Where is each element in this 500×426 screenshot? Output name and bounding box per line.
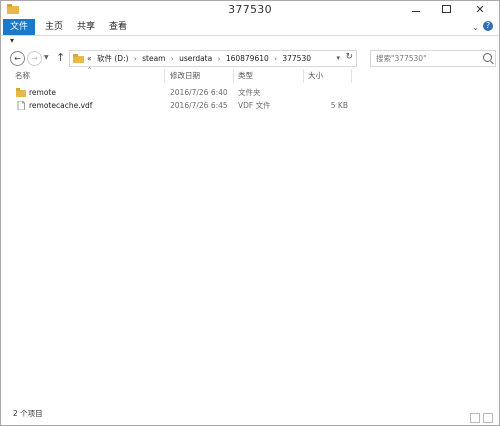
column-header-size[interactable]: 大小 [308, 70, 323, 82]
forward-button[interactable]: → [27, 51, 42, 66]
chevron-right-icon[interactable]: › [171, 55, 174, 63]
minimize-button[interactable] [402, 1, 430, 18]
column-divider[interactable] [164, 69, 165, 83]
column-header-date[interactable]: 修改日期 [170, 70, 200, 82]
folder-icon [73, 54, 84, 63]
breadcrumb-item[interactable]: 160879610 [226, 54, 269, 63]
search-input[interactable]: 搜索"377530" [370, 50, 496, 67]
column-headers: ^ 名称 修改日期 类型 大小 [1, 67, 499, 83]
maximize-button[interactable] [432, 1, 460, 18]
sort-ascending-icon: ^ [87, 67, 93, 74]
file-date: 2016/7/26 6:40 [170, 88, 228, 97]
address-bar[interactable]: « 软件 (D:) › steam › userdata › 160879610… [69, 50, 357, 67]
recent-locations-dropdown-icon[interactable]: ▼ [44, 54, 49, 61]
file-name: remote [29, 88, 56, 97]
close-button[interactable]: ✕ [463, 1, 497, 18]
tab-home[interactable]: 主页 [41, 19, 67, 35]
large-icons-view-icon[interactable] [483, 413, 493, 423]
column-divider[interactable] [351, 69, 352, 83]
column-header-name[interactable]: 名称 [15, 70, 30, 82]
view-toggle [467, 408, 493, 425]
file-type: VDF 文件 [238, 101, 271, 110]
tab-file[interactable]: 文件 [3, 19, 35, 35]
details-view-icon[interactable] [470, 413, 480, 423]
back-button[interactable]: ← [10, 51, 25, 66]
column-header-type[interactable]: 类型 [238, 70, 253, 82]
list-item[interactable]: remote 2016/7/26 6:40 文件夹 [13, 87, 353, 99]
search-placeholder: 搜索"377530" [376, 54, 427, 63]
file-size: 5 KB [330, 101, 348, 110]
breadcrumb-item[interactable]: 软件 (D:) [97, 54, 129, 63]
column-divider[interactable] [303, 69, 304, 83]
address-dropdown-icon[interactable]: ▾ [336, 54, 340, 62]
search-icon[interactable] [483, 53, 492, 62]
navigation-bar: ← → ▼ ↑ « 软件 (D:) › steam › userdata › 1… [1, 49, 499, 69]
ribbon-tabs: 文件 主页 共享 查看 ⌄ ? [1, 19, 499, 36]
file-type: 文件夹 [238, 88, 261, 97]
chevron-down-icon[interactable]: ⌄ [472, 23, 479, 32]
tab-share[interactable]: 共享 [73, 19, 99, 35]
column-divider[interactable] [233, 69, 234, 83]
up-button[interactable]: ↑ [56, 51, 65, 64]
tab-view[interactable]: 查看 [105, 19, 131, 35]
breadcrumb-item[interactable]: 377530 [282, 54, 311, 63]
title-bar: 377530 ✕ [1, 1, 499, 19]
breadcrumb-item[interactable]: userdata [179, 54, 212, 63]
chevron-right-icon[interactable]: › [274, 55, 277, 63]
breadcrumb: « 软件 (D:) › steam › userdata › 160879610… [87, 52, 314, 66]
folder-icon [16, 88, 26, 97]
explorer-window: 377530 ✕ 文件 主页 共享 查看 ⌄ ? ▾ ← → ▼ ↑ « 软件 … [0, 0, 500, 426]
list-item[interactable]: remotecache.vdf 2016/7/26 6:45 VDF 文件 5 … [13, 100, 353, 112]
help-icon[interactable]: ? [483, 21, 493, 31]
quick-access-toolbar: ▾ [1, 36, 499, 48]
quick-access-dropdown-icon[interactable]: ▾ [10, 36, 14, 45]
file-icon [17, 101, 25, 110]
status-item-count: 2 个项目 [13, 409, 43, 418]
refresh-icon[interactable]: ↻ [345, 52, 353, 62]
chevron-right-icon[interactable]: › [218, 55, 221, 63]
file-date: 2016/7/26 6:45 [170, 101, 228, 110]
breadcrumb-item[interactable]: steam [142, 54, 165, 63]
file-name: remotecache.vdf [29, 101, 93, 110]
chevron-right-icon[interactable]: › [134, 55, 137, 63]
breadcrumb-overflow[interactable]: « [87, 54, 92, 63]
